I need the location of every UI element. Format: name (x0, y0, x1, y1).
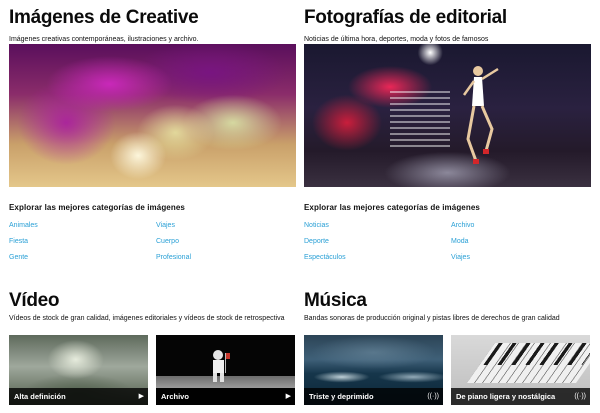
category-link[interactable]: Archivo (451, 221, 592, 230)
audio-icon: ((·)) (574, 393, 586, 400)
thumb-label: Archivo (156, 388, 295, 405)
music-thumb-piano[interactable]: De piano ligera y nostálgica ((·)) (451, 335, 590, 405)
category-link[interactable]: Viajes (451, 253, 592, 262)
audio-icon: ((·)) (427, 393, 439, 400)
thumb-label: Alta definición (9, 388, 148, 405)
video-title[interactable]: Vídeo (9, 290, 297, 312)
category-link[interactable]: Espectáculos (304, 253, 451, 262)
piano-black-keys (483, 343, 590, 365)
editorial-header: Fotografías de editorial Noticias de últ… (304, 7, 592, 44)
creative-title[interactable]: Imágenes de Creative (9, 7, 297, 29)
category-link[interactable]: Fiesta (9, 237, 156, 246)
video-thumb-hd[interactable]: Alta definición ▶ (9, 335, 148, 405)
creative-hero-image[interactable] (9, 44, 296, 187)
editorial-explore-heading: Explorar las mejores categorías de imáge… (304, 203, 480, 212)
creative-subtitle: Imágenes creativas contemporáneas, ilust… (9, 36, 199, 43)
category-link[interactable]: Moda (451, 237, 592, 246)
dancer-figure (462, 66, 499, 165)
creative-explore-heading: Explorar las mejores categorías de imáge… (9, 203, 185, 212)
category-link[interactable]: Cuerpo (156, 237, 297, 246)
music-thumb-sad[interactable]: Triste y deprimido ((·)) (304, 335, 443, 405)
category-link[interactable]: Deporte (304, 237, 451, 246)
music-title[interactable]: Música (304, 290, 592, 312)
category-link[interactable]: Gente (9, 253, 156, 262)
music-subtitle: Bandas sonoras de producción original y … (304, 315, 560, 322)
category-link[interactable]: Profesional (156, 253, 297, 262)
stage-lights (390, 86, 451, 147)
editorial-subtitle: Noticias de última hora, deportes, moda … (304, 36, 489, 43)
editorial-category-links: Noticias Archivo Deporte Moda Espectácul… (304, 221, 592, 262)
astronaut-figure (213, 350, 230, 382)
wave (304, 371, 443, 383)
category-link[interactable]: Viajes (156, 221, 297, 230)
editorial-title[interactable]: Fotografías de editorial (304, 7, 592, 29)
video-header: Vídeo Vídeos de stock de gran calidad, i… (9, 290, 297, 323)
play-icon: ▶ (138, 393, 144, 400)
category-link[interactable]: Animales (9, 221, 156, 230)
play-icon: ▶ (285, 393, 291, 400)
creative-header: Imágenes de Creative Imágenes creativas … (9, 7, 297, 44)
thumb-label: De piano ligera y nostálgica (451, 388, 590, 405)
editorial-hero-image[interactable] (304, 44, 591, 187)
category-link[interactable]: Noticias (304, 221, 451, 230)
video-thumb-archive[interactable]: Archivo ▶ (156, 335, 295, 405)
music-header: Música Bandas sonoras de producción orig… (304, 290, 592, 323)
creative-category-links: Animales Viajes Fiesta Cuerpo Gente Prof… (9, 221, 297, 262)
thumb-label: Triste y deprimido (304, 388, 443, 405)
video-subtitle: Vídeos de stock de gran calidad, imágene… (9, 315, 285, 322)
